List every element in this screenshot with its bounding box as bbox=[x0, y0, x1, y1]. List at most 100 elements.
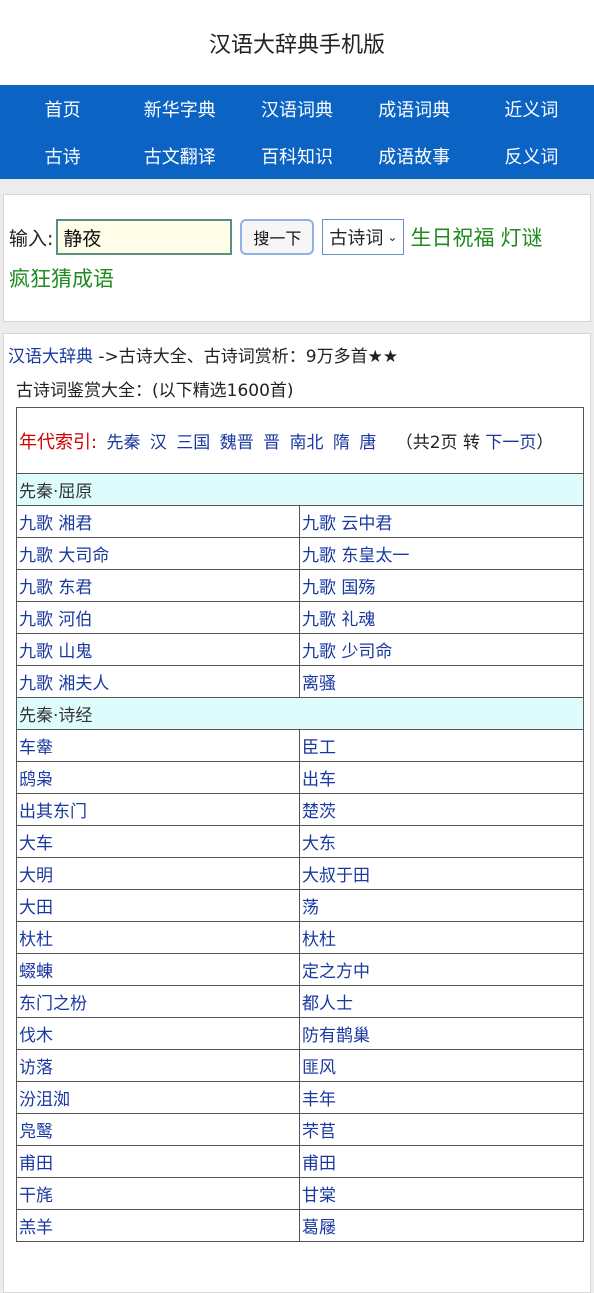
era-link-sanguo[interactable]: 三国 bbox=[176, 433, 210, 453]
table-cell: 九歌 大司命 bbox=[16, 537, 300, 570]
poem-link[interactable]: 大田 bbox=[19, 898, 53, 918]
era-index-label: 年代索引: bbox=[19, 431, 98, 453]
poem-link[interactable]: 大车 bbox=[19, 834, 53, 854]
table-cell: 离骚 bbox=[299, 665, 584, 698]
poem-link[interactable]: 九歌 山鬼 bbox=[19, 642, 92, 662]
poem-link[interactable]: 九歌 云中君 bbox=[302, 514, 392, 534]
poem-link[interactable]: 楚茨 bbox=[302, 802, 336, 822]
poem-link[interactable]: 九歌 湘夫人 bbox=[19, 674, 109, 694]
poem-link[interactable]: 东门之枌 bbox=[19, 994, 87, 1014]
poem-link[interactable]: 都人士 bbox=[302, 994, 353, 1014]
nav-item-idiom-stories[interactable]: 成语故事 bbox=[356, 132, 473, 179]
poem-link[interactable]: 九歌 湘君 bbox=[19, 514, 92, 534]
table-cell: 九歌 湘君 bbox=[16, 505, 300, 538]
era-link-sui[interactable]: 隋 bbox=[333, 433, 350, 453]
poem-link[interactable]: 荡 bbox=[302, 898, 319, 918]
nav-item-home[interactable]: 首页 bbox=[4, 85, 121, 132]
page-count-close: ） bbox=[536, 432, 554, 453]
poem-link[interactable]: 羔羊 bbox=[19, 1218, 53, 1238]
poem-link[interactable]: 离骚 bbox=[302, 674, 336, 694]
poem-link[interactable]: 出其东门 bbox=[19, 802, 87, 822]
table-cell: 杕杜 bbox=[299, 921, 584, 954]
table-row: 大田 荡 bbox=[16, 889, 584, 922]
nav-item-antonyms[interactable]: 反义词 bbox=[473, 132, 590, 179]
poem-link[interactable]: 九歌 礼魂 bbox=[302, 610, 375, 630]
poem-link[interactable]: 汾沮洳 bbox=[19, 1090, 70, 1110]
poem-link[interactable]: 鸱枭 bbox=[19, 770, 53, 790]
poem-link[interactable]: 匪风 bbox=[302, 1058, 336, 1078]
link-riddles[interactable]: 灯谜 bbox=[500, 222, 542, 252]
poem-link[interactable]: 大东 bbox=[302, 834, 336, 854]
era-link-xianqin[interactable]: 先秦 bbox=[106, 433, 140, 453]
nav-item-ancient-poems[interactable]: 古诗 bbox=[4, 132, 121, 179]
poem-link[interactable]: 九歌 河伯 bbox=[19, 610, 92, 630]
poem-link[interactable]: 九歌 少司命 bbox=[302, 642, 392, 662]
poem-link[interactable]: 定之方中 bbox=[302, 962, 370, 982]
poem-link[interactable]: 葛屦 bbox=[302, 1218, 336, 1238]
poem-link[interactable]: 蝃蝀 bbox=[19, 962, 53, 982]
poem-link[interactable]: 出车 bbox=[302, 770, 336, 790]
poem-link[interactable]: 甘棠 bbox=[302, 1186, 336, 1206]
table-cell: 甫田 bbox=[299, 1145, 584, 1178]
table-cell: 都人士 bbox=[299, 985, 584, 1018]
poem-link[interactable]: 干旄 bbox=[19, 1186, 53, 1206]
table-cell: 出其东门 bbox=[16, 793, 300, 826]
nav-item-chinese-dictionary[interactable]: 汉语词典 bbox=[238, 85, 355, 132]
table-row: 干旄 甘棠 bbox=[16, 1177, 584, 1210]
nav-item-synonyms[interactable]: 近义词 bbox=[473, 85, 590, 132]
link-birthday-wishes[interactable]: 生日祝福 bbox=[410, 222, 494, 252]
next-page-link[interactable]: 下一页 bbox=[485, 433, 536, 453]
table-cell: 车舝 bbox=[16, 729, 300, 762]
table-cell: 大田 bbox=[16, 889, 300, 922]
link-idiom-guess-game[interactable]: 疯狂猜成语 bbox=[9, 263, 114, 293]
poem-link[interactable]: 臣工 bbox=[302, 738, 336, 758]
poem-link[interactable]: 访落 bbox=[19, 1058, 53, 1078]
era-link-tang[interactable]: 唐 bbox=[359, 433, 376, 453]
era-link-weijin[interactable]: 魏晋 bbox=[220, 433, 254, 453]
poem-link[interactable]: 杕杜 bbox=[19, 930, 53, 950]
search-label: 输入: bbox=[9, 227, 54, 250]
table-cell: 羔羊 bbox=[16, 1209, 300, 1242]
poem-link[interactable]: 甫田 bbox=[302, 1154, 336, 1174]
table-cell: 甫田 bbox=[16, 1145, 300, 1178]
table-cell: 楚茨 bbox=[299, 793, 584, 826]
table-cell: 汾沮洳 bbox=[16, 1081, 300, 1114]
table-cell: 凫鹥 bbox=[16, 1113, 300, 1146]
table-cell: 九歌 国殇 bbox=[299, 569, 584, 602]
search-input[interactable] bbox=[56, 219, 233, 255]
poem-link[interactable]: 丰年 bbox=[302, 1090, 336, 1110]
nav-item-classical-translation[interactable]: 古文翻译 bbox=[121, 132, 238, 179]
app-header: 汉语大辞典手机版 bbox=[0, 0, 594, 85]
poem-link[interactable]: 甫田 bbox=[19, 1154, 53, 1174]
table-cell: 干旄 bbox=[16, 1177, 300, 1210]
table-row: 羔羊 葛屦 bbox=[16, 1209, 584, 1242]
table-row: 九歌 东君 九歌 国殇 bbox=[16, 569, 584, 602]
poem-link[interactable]: 九歌 东皇太一 bbox=[302, 546, 409, 566]
search-panel: 输入: 搜一下 古诗词 ⌄ 生日祝福 灯谜 疯狂猜成语 bbox=[3, 194, 591, 322]
poem-link[interactable]: 芣苢 bbox=[302, 1122, 336, 1142]
poem-link[interactable]: 杕杜 bbox=[302, 930, 336, 950]
poem-link[interactable]: 凫鹥 bbox=[19, 1122, 53, 1142]
table-row: 九歌 河伯 九歌 礼魂 bbox=[16, 601, 584, 634]
nav-item-encyclopedia[interactable]: 百科知识 bbox=[238, 132, 355, 179]
page-title: 汉语大辞典手机版 bbox=[208, 32, 385, 58]
search-button[interactable]: 搜一下 bbox=[240, 219, 315, 255]
poem-link[interactable]: 车舝 bbox=[19, 738, 53, 758]
main-nav: 首页 新华字典 汉语词典 成语词典 近义词 古诗 古文翻译 百科知识 成语故事 … bbox=[0, 85, 594, 179]
poem-link[interactable]: 九歌 东君 bbox=[19, 578, 92, 598]
category-select[interactable]: 古诗词 ⌄ bbox=[322, 219, 405, 255]
breadcrumb-site-link[interactable]: 汉语大辞典 bbox=[8, 347, 93, 367]
era-link-han[interactable]: 汉 bbox=[150, 433, 167, 453]
poem-link[interactable]: 九歌 大司命 bbox=[19, 546, 109, 566]
poem-link[interactable]: 防有鹊巢 bbox=[302, 1026, 370, 1046]
poem-link[interactable]: 伐木 bbox=[19, 1026, 53, 1046]
era-link-nanbei[interactable]: 南北 bbox=[290, 433, 324, 453]
nav-item-xinhua-dictionary[interactable]: 新华字典 bbox=[121, 85, 238, 132]
poem-link[interactable]: 九歌 国殇 bbox=[302, 578, 375, 598]
poem-table: 年代索引: 先秦 汉 三国 魏晋 晋 南北 隋 唐 （共2页 转 下一页） 先秦… bbox=[16, 407, 584, 1242]
poem-link[interactable]: 大叔于田 bbox=[302, 866, 370, 886]
era-link-jin[interactable]: 晋 bbox=[263, 433, 280, 453]
nav-item-idiom-dictionary[interactable]: 成语词典 bbox=[356, 85, 473, 132]
table-cell: 九歌 山鬼 bbox=[16, 633, 300, 666]
poem-link[interactable]: 大明 bbox=[19, 866, 53, 886]
